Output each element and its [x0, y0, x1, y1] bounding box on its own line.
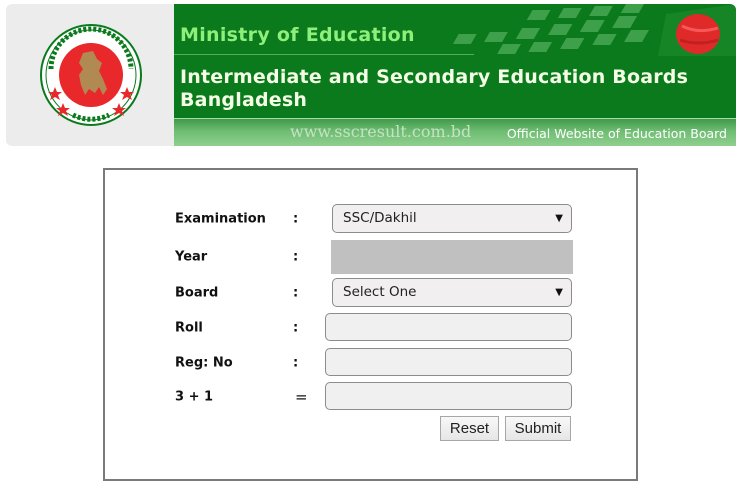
board-title-line2: Bangladesh: [180, 89, 308, 111]
board-selected-value: Select One: [343, 284, 417, 300]
chevron-down-icon: ▼: [555, 287, 563, 298]
site-tagline: Official Website of Education Board: [506, 126, 727, 141]
reset-button[interactable]: Reset: [440, 416, 499, 441]
roll-row: Roll :: [105, 313, 636, 343]
roll-input[interactable]: [325, 313, 572, 341]
captcha-equals: =: [295, 388, 308, 406]
board-title-line1: Intermediate and Secondary Education Boa…: [180, 66, 689, 88]
bangladesh-flag-icon: [658, 4, 736, 56]
year-row: Year :: [105, 240, 636, 274]
year-label: Year: [175, 249, 208, 265]
registration-row: Reg: No :: [105, 348, 636, 378]
board-separator: :: [293, 285, 299, 301]
result-form: Examination : SSC/Dakhil ▼ Year : Board …: [103, 168, 638, 481]
board-title: Intermediate and Secondary Education Boa…: [180, 66, 720, 112]
banner-decoration-icon: [452, 4, 736, 56]
header-divider: [174, 54, 474, 55]
examination-separator: :: [293, 211, 299, 227]
examination-row: Examination : SSC/Dakhil ▼: [105, 204, 636, 234]
roll-separator: :: [293, 320, 299, 336]
registration-label: Reg: No: [175, 355, 233, 371]
captcha-row: 3 + 1 =: [105, 382, 636, 412]
registration-separator: :: [293, 355, 299, 371]
registration-input[interactable]: [325, 348, 572, 376]
year-field-disabled: [331, 240, 573, 274]
header-subbar: www.sscresult.com.bd Official Website of…: [174, 118, 736, 146]
board-label: Board: [175, 285, 219, 301]
submit-button[interactable]: Submit: [505, 416, 571, 441]
examination-selected-value: SSC/Dakhil: [343, 210, 417, 226]
chevron-down-icon: ▼: [555, 213, 563, 224]
board-select[interactable]: Select One ▼: [332, 278, 572, 307]
roll-label: Roll: [175, 320, 203, 336]
government-seal-icon: [40, 24, 142, 126]
captcha-question: 3 + 1: [175, 389, 214, 405]
examination-label: Examination: [175, 211, 266, 227]
board-row: Board : Select One ▼: [105, 278, 636, 308]
site-url: www.sscresult.com.bd: [290, 122, 472, 141]
captcha-input[interactable]: [325, 382, 572, 410]
site-header: Ministry of Education Intermediate and S…: [6, 4, 736, 146]
ministry-title: Ministry of Education: [180, 24, 415, 46]
logo-panel: [6, 4, 174, 146]
year-separator: :: [293, 249, 299, 265]
examination-select[interactable]: SSC/Dakhil ▼: [332, 204, 572, 233]
